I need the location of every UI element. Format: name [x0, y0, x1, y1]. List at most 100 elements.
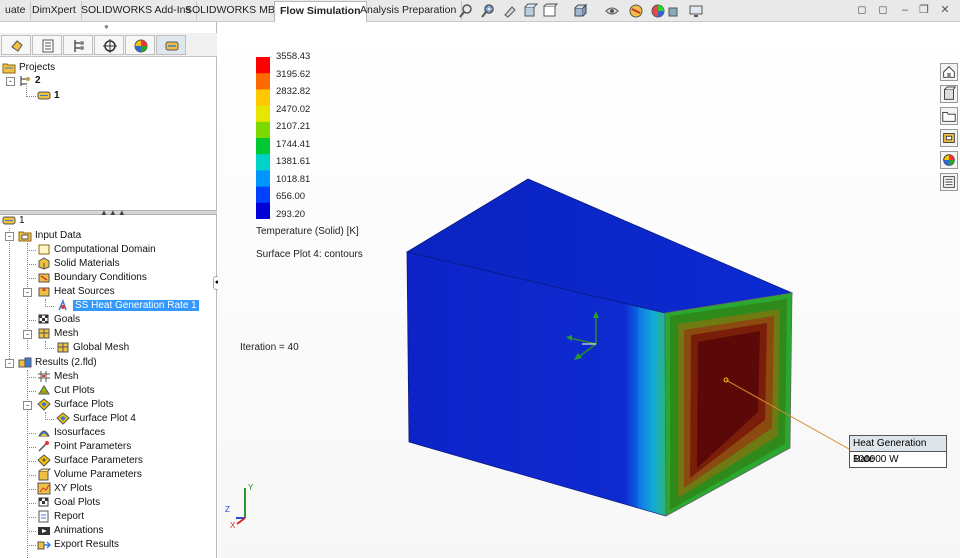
minimize-button[interactable]: – [899, 4, 911, 16]
tab-property-manager[interactable] [32, 35, 62, 55]
apply-scene-icon[interactable] [663, 3, 679, 19]
command-manager-tabs: uate DimXpert SOLIDWORKS Add-Ins SOLIDWO… [0, 0, 960, 22]
tree-export-results[interactable]: Export Results [37, 538, 119, 552]
analysis-root-label: 1 [19, 215, 25, 226]
input-data-expander[interactable]: - [5, 232, 14, 241]
tab-dimxpert-manager[interactable] [94, 35, 124, 55]
report-icon [38, 510, 49, 523]
analysis-root[interactable]: 1 [2, 214, 25, 228]
tree-boundary-conditions[interactable]: Boundary Conditions [37, 271, 147, 285]
tree-line [27, 370, 28, 558]
home-icon[interactable] [940, 63, 958, 81]
goal-plots-icon [38, 497, 49, 507]
tab-display-manager[interactable] [125, 35, 155, 55]
tree-line [45, 306, 54, 307]
tab-solidworks-mbd[interactable]: SOLIDWORKS MBD [180, 1, 289, 20]
hide-show-items-icon[interactable] [628, 3, 644, 19]
tab-flow-simulation-analysis[interactable] [156, 35, 186, 55]
results-expander[interactable]: - [5, 359, 14, 368]
previous-view-icon[interactable] [502, 3, 518, 19]
view-orientation-icon[interactable] [572, 3, 588, 19]
animations-label: Animations [54, 525, 104, 536]
tab-feature-manager[interactable] [1, 35, 31, 55]
tree-results-mesh[interactable]: Mesh [37, 370, 78, 384]
config-1[interactable]: 1 [37, 89, 60, 103]
solid-materials-label: Solid Materials [54, 258, 120, 269]
tree-line [45, 419, 54, 420]
appearance-pie-icon [134, 39, 148, 53]
cut-plots-icon [38, 385, 50, 395]
restore-button[interactable]: ❐ [918, 4, 930, 16]
surface-plot-icon [56, 412, 70, 425]
heat-sources-expander[interactable]: - [23, 288, 32, 297]
mesh-expander[interactable]: - [23, 330, 32, 339]
tree-surface-parameters[interactable]: Surface Parameters [37, 454, 143, 468]
heat-generation-callout[interactable]: Heat Generation Rate 100000 W [849, 435, 947, 468]
custom-properties-icon[interactable] [940, 173, 958, 191]
tree-line [27, 545, 36, 546]
tree-goals[interactable]: Goals [37, 313, 80, 327]
window-left-button[interactable]: ◻ [856, 4, 868, 16]
section-view-icon[interactable] [522, 3, 538, 19]
tree-line [27, 377, 36, 378]
tree-heat-sources[interactable]: Heat Sources [37, 285, 115, 299]
dynamic-annotation-icon[interactable] [542, 3, 558, 19]
export-results-label: Export Results [54, 539, 120, 550]
tree-xy-plots[interactable]: XY Plots [37, 482, 92, 496]
panel-splitter[interactable]: ▲▲▲ [0, 208, 217, 217]
tree-mesh[interactable]: Mesh [37, 327, 78, 341]
projects-root[interactable]: Projects [2, 61, 55, 75]
mesh-icon [38, 328, 50, 339]
tree-point-parameters[interactable]: Point Parameters [37, 440, 131, 454]
axis-x-label: X [230, 521, 236, 530]
tree-global-mesh[interactable]: Global Mesh [56, 341, 129, 355]
tab-analysis-preparation[interactable]: Analysis Preparation [355, 1, 463, 20]
tree-line [27, 433, 36, 434]
isosurfaces-label: Isosurfaces [54, 427, 106, 438]
tree-surface-plot-4[interactable]: Surface Plot 4 [56, 412, 136, 426]
tab-flow-simulation[interactable]: Flow Simulation [274, 1, 367, 22]
appearances-icon[interactable] [940, 151, 958, 169]
tree-isosurfaces[interactable]: Isosurfaces [37, 426, 105, 440]
tree-results[interactable]: Results (2.fld) [18, 356, 97, 370]
tab-dimxpert[interactable]: DimXpert [27, 1, 82, 20]
tree-report[interactable]: Report [37, 510, 84, 524]
animations-icon [38, 527, 50, 535]
tab-configuration-manager[interactable] [63, 35, 93, 55]
zoom-to-area-icon[interactable] [480, 3, 496, 19]
tree-cut-plots[interactable]: Cut Plots [37, 384, 95, 398]
window-right-button[interactable]: ◻ [877, 4, 889, 16]
tree-line [45, 348, 54, 349]
analysis-icon [2, 216, 16, 225]
graphics-viewport[interactable]: 3558.43 3195.62 2832.82 2470.02 2107.21 1744.… [218, 22, 960, 558]
close-button[interactable]: ✕ [939, 4, 951, 16]
callout-title: Heat Generation Rate [850, 436, 946, 465]
file-explorer-icon[interactable] [940, 107, 958, 125]
project-2-expander[interactable]: - [6, 77, 15, 86]
tree-surface-plots[interactable]: Surface Plots [37, 398, 113, 412]
tree-volume-parameters[interactable]: Volume Parameters [37, 468, 142, 482]
xy-plots-icon [37, 482, 51, 495]
tree-animations[interactable]: Animations [37, 524, 103, 538]
tree-goal-plots[interactable]: Goal Plots [37, 496, 100, 510]
design-library-icon[interactable] [940, 85, 958, 103]
tree-input-data[interactable]: Input Data [18, 229, 81, 243]
panel-grip-icon[interactable]: ● [104, 22, 109, 31]
surface-parameters-label: Surface Parameters [54, 455, 143, 466]
zoom-to-fit-icon[interactable] [458, 3, 474, 19]
tree-solid-materials[interactable]: Solid Materials [37, 257, 120, 271]
tab-solidworks-addins[interactable]: SOLIDWORKS Add-Ins [76, 1, 197, 20]
mesh-label: Mesh [54, 328, 79, 339]
surface-plots-expander[interactable]: - [23, 401, 32, 410]
tree-heat-source-item[interactable]: SS Heat Generation Rate 1 [56, 299, 199, 313]
property-list-icon [42, 39, 54, 53]
tree-computational-domain[interactable]: Computational Domain [37, 243, 156, 257]
view-palette-icon[interactable] [940, 129, 958, 147]
axis-z-label: Z [225, 505, 230, 514]
view-settings-icon[interactable] [688, 3, 704, 19]
display-style-icon[interactable] [604, 3, 620, 19]
results-label: Results (2.fld) [35, 357, 97, 368]
project-2[interactable]: 2 [18, 74, 41, 88]
heat-source-item-label: SS Heat Generation Rate 1 [73, 300, 199, 311]
tree-line [27, 503, 36, 504]
